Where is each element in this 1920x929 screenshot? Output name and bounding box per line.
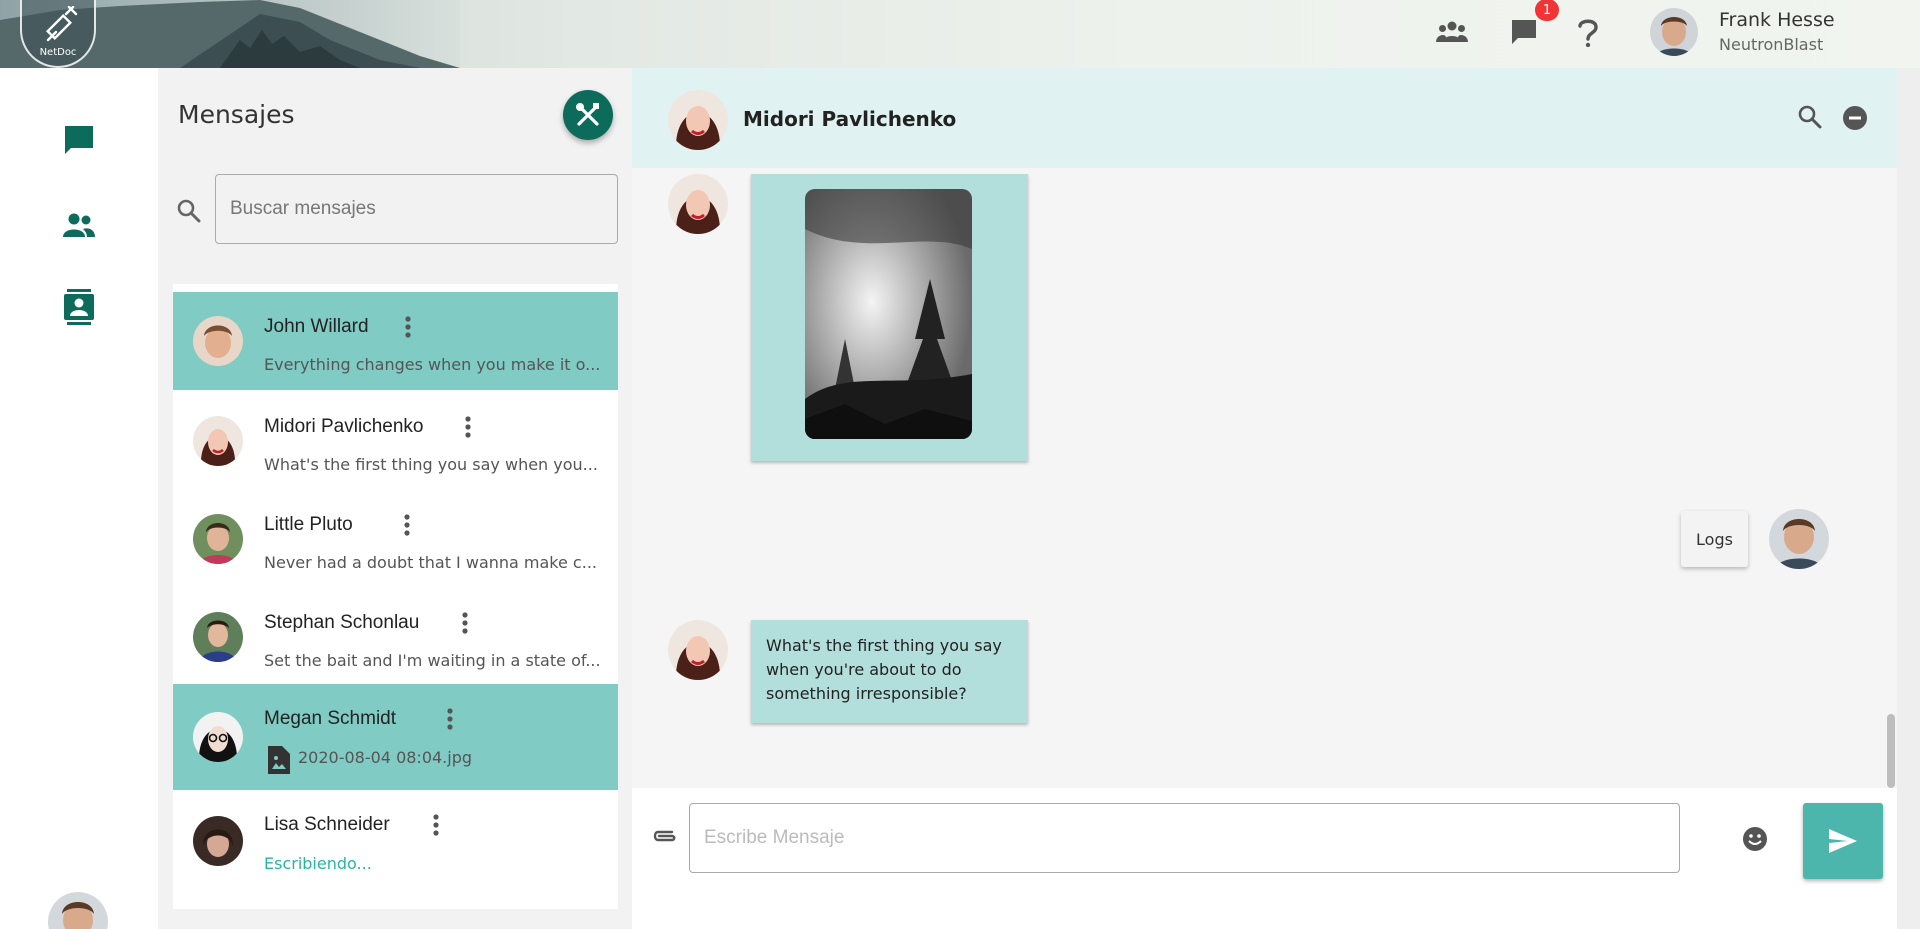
conversation-name: Megan Schmidt bbox=[264, 708, 397, 729]
conversation-preview: Set the bait and I'm waiting in a state … bbox=[264, 651, 601, 670]
search-icon[interactable] bbox=[1797, 104, 1823, 134]
conversation-item[interactable]: John Willard Everything changes when you… bbox=[173, 292, 618, 390]
group-icon[interactable] bbox=[1436, 16, 1468, 48]
sent-message[interactable]: Logs bbox=[1681, 511, 1748, 567]
avatar[interactable] bbox=[668, 90, 728, 150]
conversation-item[interactable]: Megan Schmidt 2020-08-04 08:04.jpg bbox=[173, 684, 618, 790]
avatar bbox=[193, 316, 243, 366]
chat-contact-name: Midori Pavlichenko bbox=[743, 107, 957, 131]
help-icon[interactable] bbox=[1572, 16, 1604, 48]
attach-icon[interactable] bbox=[650, 826, 678, 850]
conversation-name: John Willard bbox=[264, 316, 369, 337]
avatar bbox=[193, 612, 243, 662]
avatar bbox=[193, 514, 243, 564]
compose-bar bbox=[632, 788, 1897, 929]
contacts-icon[interactable] bbox=[62, 289, 96, 325]
remove-circle-icon[interactable] bbox=[1843, 106, 1867, 134]
syringe-icon bbox=[45, 6, 78, 42]
search-icon bbox=[176, 198, 202, 228]
avatar bbox=[193, 712, 243, 762]
netdoc-logo[interactable]: NetDoc bbox=[20, 0, 96, 68]
conversation-item[interactable]: Lisa Schneider Escribiendo... bbox=[173, 790, 618, 898]
conversation-name: Little Pluto bbox=[264, 514, 353, 535]
conversations-panel: Mensajes John Willard Everything changes… bbox=[158, 68, 632, 929]
message-input[interactable] bbox=[689, 803, 1680, 873]
more-vert-icon[interactable] bbox=[455, 610, 475, 636]
conversation-preview: 2020-08-04 08:04.jpg bbox=[298, 748, 473, 767]
conversation-list: John Willard Everything changes when you… bbox=[173, 284, 618, 909]
rail-avatar[interactable] bbox=[48, 892, 108, 929]
image-message[interactable] bbox=[751, 174, 1028, 461]
avatar[interactable] bbox=[1650, 8, 1698, 56]
conversation-item[interactable]: Midori Pavlichenko What's the first thin… bbox=[173, 390, 618, 488]
emoji-icon[interactable] bbox=[1742, 826, 1768, 856]
search-input[interactable] bbox=[215, 174, 618, 244]
send-button[interactable] bbox=[1803, 803, 1883, 879]
scrollbar[interactable] bbox=[1887, 714, 1895, 788]
message-photo[interactable] bbox=[805, 189, 972, 439]
more-vert-icon[interactable] bbox=[398, 314, 418, 340]
send-icon bbox=[1829, 829, 1857, 853]
tools-button[interactable] bbox=[563, 90, 613, 140]
conversation-name: Midori Pavlichenko bbox=[264, 416, 424, 437]
tools-icon bbox=[576, 103, 599, 126]
notification-badge: 1 bbox=[1535, 0, 1559, 21]
conversation-preview: Everything changes when you make it o... bbox=[264, 355, 601, 374]
conversation-name: Stephan Schonlau bbox=[264, 612, 420, 633]
avatar bbox=[193, 416, 243, 466]
conversation-preview: What's the first thing you say when you.… bbox=[264, 455, 598, 474]
page-scroll-gutter bbox=[1897, 68, 1920, 929]
message-list: Logs What's the first thing you say when… bbox=[632, 168, 1897, 788]
more-vert-icon[interactable] bbox=[426, 812, 446, 838]
chat-icon[interactable] bbox=[62, 123, 96, 157]
received-message[interactable]: What's the first thing you say when you'… bbox=[751, 620, 1028, 723]
user-handle: NeutronBlast bbox=[1719, 35, 1824, 54]
more-vert-icon[interactable] bbox=[458, 414, 478, 440]
typing-indicator: Escribiendo... bbox=[264, 854, 372, 873]
top-bar: NetDoc 1 Frank Hesse NeutronBlast bbox=[0, 0, 1920, 68]
conversations-title: Mensajes bbox=[178, 100, 295, 129]
people-icon[interactable] bbox=[62, 208, 96, 242]
logo-text: NetDoc bbox=[39, 47, 77, 58]
conversation-name: Lisa Schneider bbox=[264, 814, 390, 835]
messages-icon[interactable] bbox=[1508, 16, 1540, 48]
conversation-item[interactable]: Stephan Schonlau Set the bait and I'm wa… bbox=[173, 586, 618, 684]
conversation-item[interactable]: Little Pluto Never had a doubt that I wa… bbox=[173, 488, 618, 586]
avatar bbox=[193, 816, 243, 866]
avatar bbox=[1769, 509, 1829, 569]
conversation-preview: Never had a doubt that I wanna make c... bbox=[264, 553, 597, 572]
avatar bbox=[668, 174, 728, 234]
avatar bbox=[668, 620, 728, 680]
more-vert-icon[interactable] bbox=[440, 706, 460, 732]
more-vert-icon[interactable] bbox=[397, 512, 417, 538]
chat-header: Midori Pavlichenko bbox=[632, 68, 1897, 168]
user-name: Frank Hesse bbox=[1719, 9, 1835, 31]
image-file-icon bbox=[266, 746, 290, 778]
nav-rail bbox=[0, 68, 158, 929]
